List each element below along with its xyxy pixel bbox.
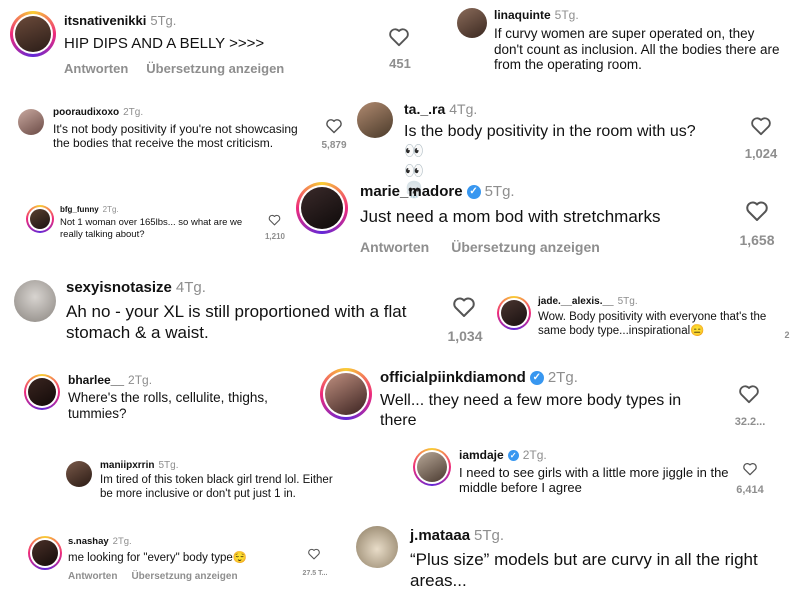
username[interactable]: bharlee__ (68, 373, 124, 387)
avatar[interactable] (497, 296, 531, 330)
username[interactable]: marie_madore (360, 183, 463, 200)
comment-text: It's not body positivity if you're not s… (53, 122, 298, 151)
verified-badge-icon: ✓ (507, 450, 519, 462)
heart-icon[interactable] (742, 462, 758, 476)
like-count: 5,879 (321, 140, 347, 151)
translate-link[interactable]: Übersetzung anzeigen (451, 239, 600, 255)
heart-icon[interactable] (268, 214, 281, 226)
heart-icon[interactable] (745, 200, 769, 222)
comment-text: I need to see girls with a little more j… (459, 465, 729, 496)
username[interactable]: iamdaje (459, 448, 504, 462)
heart-icon[interactable] (452, 296, 476, 318)
comment-age: 4Tg. (175, 279, 206, 296)
avatar[interactable] (14, 280, 56, 322)
avatar[interactable] (357, 102, 393, 138)
verified-badge-icon: ✓ (466, 185, 481, 200)
heart-icon[interactable] (738, 384, 760, 404)
username[interactable]: pooraudixoxo (53, 107, 119, 118)
avatar[interactable] (18, 109, 44, 135)
avatar[interactable] (413, 448, 451, 486)
avatar[interactable] (24, 374, 60, 410)
like-count: 27.5 T... (302, 570, 328, 577)
avatar[interactable] (28, 536, 62, 570)
like-count: 32.2... (734, 416, 766, 428)
comment-text: Wow. Body positivity with everyone that'… (538, 311, 767, 337)
heart-icon[interactable] (750, 116, 772, 136)
verified-badge-icon: ✓ (529, 371, 544, 386)
comment-text: Where's the rolls, cellulite, thighs, tu… (68, 390, 268, 421)
like-count: 2 (784, 330, 790, 340)
username[interactable]: linaquinte (494, 8, 551, 22)
comment-text: Just need a mom bod with stretchmarks (360, 207, 661, 226)
reply-button[interactable]: Antworten (360, 239, 429, 255)
avatar[interactable] (66, 461, 92, 487)
username[interactable]: s.nashay (68, 536, 109, 547)
comment-age: 2Tg. (123, 107, 144, 118)
like-count: 1,034 (447, 328, 483, 344)
reply-button[interactable]: Antworten (68, 571, 117, 582)
comment-text: If curvy women are super operated on, th… (494, 26, 780, 73)
comment-age: 2Tg. (547, 369, 578, 386)
comment-age: 5Tg. (150, 13, 177, 28)
comment-age: 4Tg. (449, 101, 478, 117)
username[interactable]: itsnativenikki (64, 13, 146, 28)
comment-age: 5Tg. (617, 296, 638, 307)
like-count: 451 (389, 56, 411, 71)
comment-age: 2Tg. (128, 373, 153, 387)
like-count: 6,414 (736, 484, 764, 496)
avatar[interactable] (356, 526, 398, 568)
username[interactable]: jade.__alexis.__ (538, 296, 614, 307)
comment-text: Im tired of this token black girl trend … (100, 474, 333, 500)
translate-link[interactable]: Übersetzung anzeigen (146, 61, 284, 76)
comment-text: “Plus size” models but are curvy in all … (410, 550, 758, 590)
avatar[interactable] (10, 11, 56, 57)
comment-text: me looking for "every" body type😌 (68, 552, 248, 564)
translate-link[interactable]: Übersetzung anzeigen (131, 571, 237, 582)
comment-age: 2Tg. (522, 448, 547, 462)
avatar[interactable] (457, 8, 487, 38)
username[interactable]: bfg_funny (60, 205, 99, 214)
comment-text: Well... they need a few more body types … (380, 392, 682, 429)
comment-age: 5Tg. (554, 8, 579, 22)
heart-icon[interactable] (307, 548, 321, 560)
like-count: 1,024 (744, 146, 778, 161)
comment-age: 5Tg. (484, 183, 515, 200)
avatar[interactable] (26, 205, 54, 233)
username[interactable]: ta._.ra (404, 101, 445, 117)
username[interactable]: maniipxrrin (100, 460, 154, 471)
comment-text: Is the body positivity in the room with … (404, 123, 696, 140)
username[interactable]: officialpiinkdiamond (380, 369, 526, 386)
comment-text: Ah no - your XL is still proportioned wi… (66, 302, 407, 342)
like-count: 1,658 (739, 232, 775, 248)
heart-icon[interactable] (325, 118, 343, 134)
avatar[interactable] (296, 182, 348, 234)
reply-button[interactable]: Antworten (64, 61, 128, 76)
comment-age: 5Tg. (474, 527, 505, 544)
comment-text: Not 1 woman over 165lbs... so what are w… (60, 217, 243, 240)
username[interactable]: j.mataaa (410, 527, 470, 544)
comment-age: 2Tg. (102, 205, 119, 214)
comment-age: 2Tg. (112, 536, 132, 547)
like-count: 1,210 (264, 232, 286, 241)
comment-text: HIP DIPS AND A BELLY >>>> (64, 35, 265, 52)
avatar[interactable] (320, 368, 372, 420)
heart-icon[interactable] (388, 27, 410, 47)
username[interactable]: sexyisnotasize (66, 279, 172, 296)
comment-age: 5Tg. (158, 460, 179, 471)
